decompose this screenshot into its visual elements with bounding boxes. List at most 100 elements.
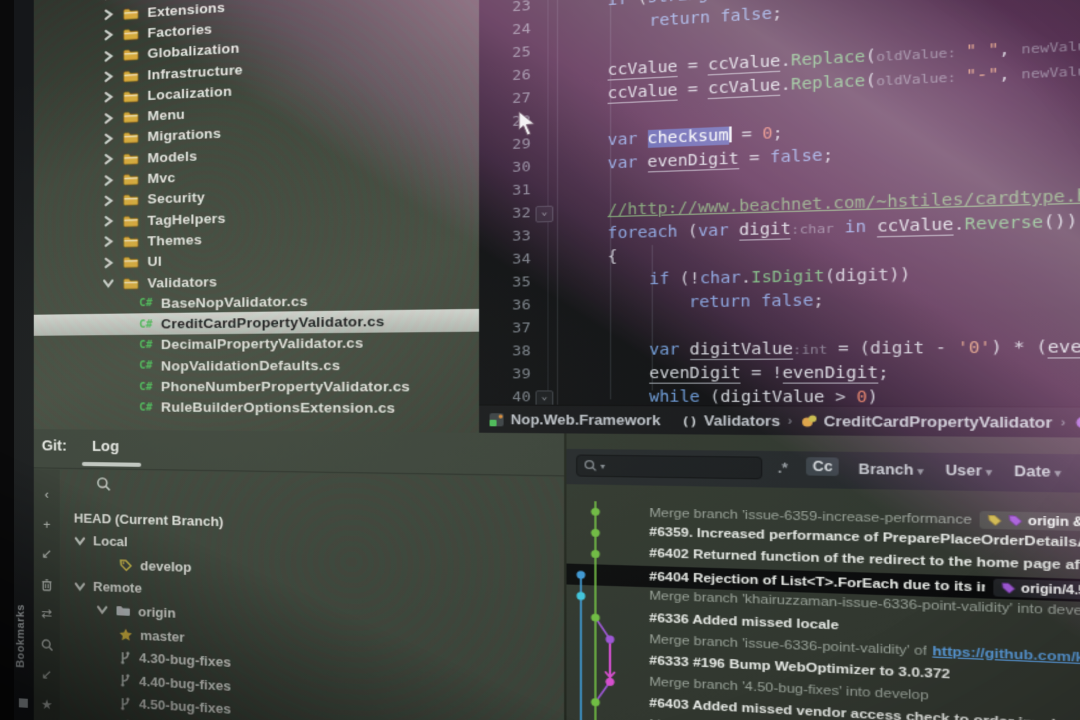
pull-icon[interactable]: ↙ — [34, 542, 60, 567]
breadcrumb-item-validators[interactable]: ()Validators — [680, 412, 780, 428]
csharp-file-icon: C# — [139, 401, 153, 413]
class-icon — [800, 414, 817, 429]
branch-row-origin[interactable]: origin — [96, 599, 176, 625]
breadcrumb-item-nop.web.framework[interactable]: Nop.Web.Framework — [488, 412, 660, 428]
chevron-down-icon — [74, 535, 86, 545]
chevron-right-icon[interactable] — [100, 29, 116, 42]
chevron-right-icon[interactable] — [100, 194, 116, 207]
commit-filters: Branch▾User▾Date▾Paths▾ — [858, 461, 1080, 481]
line-number: 34 — [479, 248, 531, 272]
merge-icon[interactable]: ⇄ — [34, 602, 60, 627]
gutter-marker-icon[interactable]: ⌄ — [535, 206, 553, 223]
code-text: evenDigit = !evenDigit; — [649, 362, 889, 386]
branch-label: 4.30-bug-fixes — [139, 650, 231, 670]
match-case-toggle[interactable]: Cc — [806, 457, 839, 476]
token-v: digit — [739, 220, 791, 241]
token-v: evenDigit — [649, 364, 741, 383]
branch-row-develop[interactable]: develop — [119, 553, 192, 578]
folder-icon — [123, 276, 139, 290]
csharp-file-icon: C# — [139, 339, 153, 351]
chevron-right-icon[interactable] — [100, 91, 116, 104]
token-p: , — [999, 64, 1022, 84]
line-number: 39 — [479, 363, 531, 386]
chevron-right-icon[interactable] — [100, 174, 116, 187]
filter-date[interactable]: Date▾ — [1014, 463, 1061, 480]
commit-search-input[interactable]: ▾ — [576, 454, 762, 479]
delete-icon[interactable] — [34, 572, 60, 597]
chevron-down-icon — [74, 581, 86, 592]
code-text: { — [608, 246, 618, 270]
chevron-right-icon[interactable] — [100, 153, 116, 166]
branch-search-icon[interactable] — [96, 476, 111, 492]
filter-user[interactable]: User▾ — [945, 462, 992, 479]
commit-message: #6336 Added missed locale — [649, 611, 839, 632]
chevron-right-icon[interactable] — [100, 111, 116, 124]
folder-icon — [123, 110, 139, 124]
chevron-right-icon[interactable] — [100, 132, 116, 145]
branch-row-master[interactable]: master — [119, 623, 185, 649]
hide-icon[interactable]: ‹ — [34, 481, 60, 506]
token-p: , — [999, 39, 1022, 59]
regex-toggle[interactable]: .* — [778, 460, 788, 476]
chevron-right-icon[interactable] — [100, 236, 116, 249]
tree-item-rulebuilderoptionsextension-cs[interactable]: C#RuleBuilderOptionsExtension.cs — [34, 396, 479, 420]
folder-icon — [123, 193, 139, 207]
tree-item-label: TagHelpers — [147, 210, 225, 228]
tag-purple-icon — [1007, 514, 1024, 527]
tree-item-label: Themes — [147, 232, 202, 249]
folder-icon — [123, 47, 139, 61]
branch-row-local[interactable]: Local — [74, 529, 128, 553]
branch-row-head-current-branch-[interactable]: HEAD (Current Branch) — [74, 506, 224, 532]
git-left-toolbar: ‹ + ↙ ⇄ ↙ ★ — [34, 469, 60, 720]
line-number: 30 — [479, 156, 531, 181]
breadcrumb-label: CreditCardPropertyValidator — [824, 413, 1053, 431]
chevron-right-icon[interactable] — [100, 256, 116, 269]
chevron-right-icon[interactable] — [100, 70, 116, 83]
filter-branch[interactable]: Branch▾ — [858, 461, 923, 478]
chevron-down-icon: ▾ — [1055, 467, 1061, 479]
tab-log[interactable]: Log — [92, 439, 119, 456]
line-number: 26 — [479, 64, 531, 90]
namespace-icon: () — [680, 414, 697, 428]
add-icon[interactable]: + — [34, 511, 60, 536]
token-s: '0' — [957, 339, 990, 358]
token-m: Reverse — [965, 213, 1044, 234]
token-m: Replace — [791, 72, 865, 94]
chevron-right-icon[interactable] — [100, 0, 116, 1]
chevron-right-icon[interactable] — [100, 8, 116, 21]
branch-row-remote[interactable]: Remote — [74, 575, 142, 600]
token-p: ; — [878, 364, 889, 383]
tag-purple-icon — [1000, 582, 1017, 596]
favorite-icon[interactable]: ★ — [34, 692, 60, 718]
ide-window: Bookmarks ControllersEventsExtensionsFac… — [14, 0, 1080, 720]
tree-item-label: CreditCardPropertyValidator.cs — [161, 313, 384, 331]
folder-icon — [123, 27, 139, 41]
token-p: ( — [865, 47, 876, 66]
branch-icon — [119, 696, 132, 711]
token-k: false — [770, 147, 823, 167]
chevron-right-icon[interactable] — [100, 215, 116, 228]
code-editor[interactable]: override bool IsValid(ValidationContext<… — [479, 0, 1080, 408]
line-number: 33 — [479, 225, 531, 249]
tree-item-phonenumberpropertyvalidator-cs[interactable]: C#PhoneNumberPropertyValidator.cs — [34, 375, 479, 398]
code-line[interactable]: 39 evenDigit = !evenDigit; — [479, 358, 1080, 386]
folder-icon — [123, 172, 139, 186]
photographed-monitor: Bookmarks ControllersEventsExtensionsFac… — [0, 0, 1080, 720]
chevron-down-icon[interactable] — [100, 278, 116, 288]
breadcrumb-item-creditcardpropertyvalidator[interactable]: CreditCardPropertyValidator — [800, 413, 1052, 431]
branch-label: origin — [138, 604, 176, 621]
tree-item-decimalpropertyvalidator-cs[interactable]: C#DecimalPropertyValidator.cs — [34, 330, 479, 356]
search-icon[interactable] — [34, 632, 60, 657]
branch-label: master — [140, 627, 184, 644]
ref-chip[interactable]: origin & develop — [980, 511, 1080, 533]
token-p: ) — [867, 388, 878, 407]
solution-explorer: ControllersEventsExtensionsFactoriesGlob… — [34, 0, 479, 433]
token-p: ; — [813, 292, 824, 311]
breadcrumb-item-isvalid[interactable]: IsValid — [1074, 414, 1080, 431]
token-h: :int — [793, 342, 827, 357]
chevron-right-icon[interactable] — [100, 49, 116, 62]
tree-item-nopvalidationdefaults-cs[interactable]: C#NopValidationDefaults.cs — [34, 352, 479, 376]
token-k: return false — [649, 5, 772, 31]
checkout-icon[interactable]: ↙ — [34, 662, 60, 688]
tool-stripe-bookmarks[interactable]: Bookmarks — [15, 604, 27, 668]
